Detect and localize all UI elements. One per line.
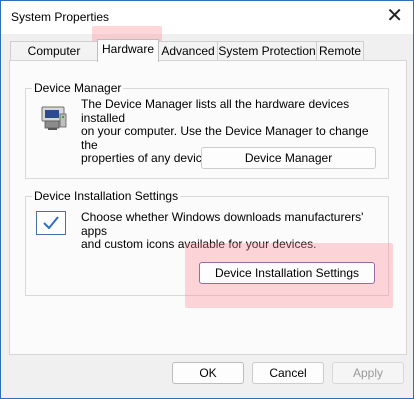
- tab-hardware[interactable]: Hardware: [97, 39, 159, 62]
- device-manager-button[interactable]: Device Manager: [201, 147, 376, 169]
- apply-button[interactable]: Apply: [332, 362, 404, 384]
- device-manager-group-title: Device Manager: [32, 81, 124, 95]
- cancel-button[interactable]: Cancel: [252, 362, 324, 384]
- tab-computer-name[interactable]: Computer Name: [10, 41, 98, 76]
- device-installation-desc-line1: Choose whether Windows downloads manufac…: [81, 210, 364, 238]
- device-installation-settings-button[interactable]: Device Installation Settings: [199, 262, 375, 284]
- tab-system-protection[interactable]: System Protection: [217, 41, 317, 60]
- tab-advanced[interactable]: Advanced: [158, 41, 218, 60]
- device-installation-group-title: Device Installation Settings: [32, 189, 181, 203]
- close-icon[interactable]: ✕: [386, 4, 403, 28]
- ok-button[interactable]: OK: [172, 362, 244, 384]
- system-properties-window: System Properties ✕ Computer Name Hardwa…: [0, 0, 414, 399]
- title-bar: System Properties ✕: [1, 1, 413, 34]
- device-manager-icon: [40, 104, 68, 132]
- tab-remote[interactable]: Remote: [316, 41, 364, 60]
- window-title: System Properties: [11, 10, 110, 24]
- device-manager-desc-line1: The Device Manager lists all the hardwar…: [81, 97, 350, 125]
- device-manager-group: Device Manager The Device Manager lists …: [25, 81, 389, 179]
- hardware-tab-panel: Device Manager The Device Manager lists …: [9, 60, 407, 355]
- checkbox-icon: [36, 211, 66, 235]
